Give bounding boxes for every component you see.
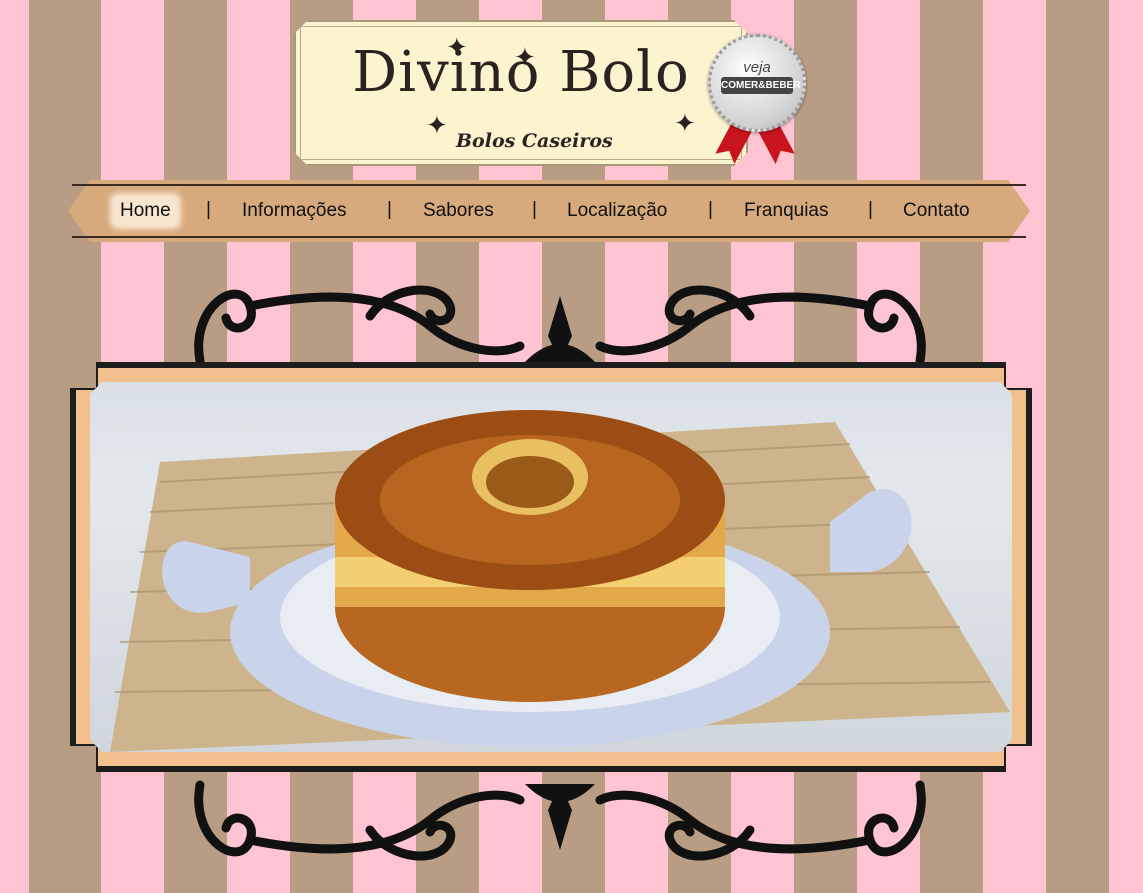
nav-informacoes[interactable]: Informações	[242, 197, 347, 225]
nav-separator: |	[532, 199, 537, 220]
nav-franquias[interactable]: Franquias	[744, 197, 829, 225]
nav-localizacao[interactable]: Localização	[567, 197, 667, 225]
logo[interactable]: Divino Bolo Bolos Caseiros ✦ ✦ ✦ ✦	[294, 20, 748, 166]
cake-image	[90, 382, 1012, 752]
nav-sabores[interactable]: Sabores	[423, 197, 494, 225]
sparkle-icon: ✦	[514, 42, 536, 72]
hero-cake-photo	[90, 382, 1012, 752]
nav-contato[interactable]: Contato	[903, 197, 970, 225]
nav-separator: |	[206, 199, 211, 220]
nav-separator: |	[868, 199, 873, 220]
seal-icon: veja COMER&BEBER	[708, 34, 806, 132]
nav-home[interactable]: Home	[114, 197, 177, 225]
sparkle-icon: ✦	[674, 108, 696, 138]
sparkle-icon: ✦	[446, 32, 468, 62]
badge-main-text: COMER&BEBER	[721, 77, 800, 94]
nav-border	[72, 184, 1026, 238]
bottom-scroll-ornament	[194, 780, 926, 861]
logo-subtitle: Bolos Caseiros	[456, 130, 613, 152]
top-scroll-ornament	[194, 285, 926, 366]
nav-separator: |	[708, 199, 713, 220]
veja-comer-beber-badge: veja COMER&BEBER	[704, 30, 806, 165]
sparkle-icon: ✦	[426, 110, 448, 140]
nav-separator: |	[387, 199, 392, 220]
badge-veja-text: veja	[743, 59, 771, 76]
